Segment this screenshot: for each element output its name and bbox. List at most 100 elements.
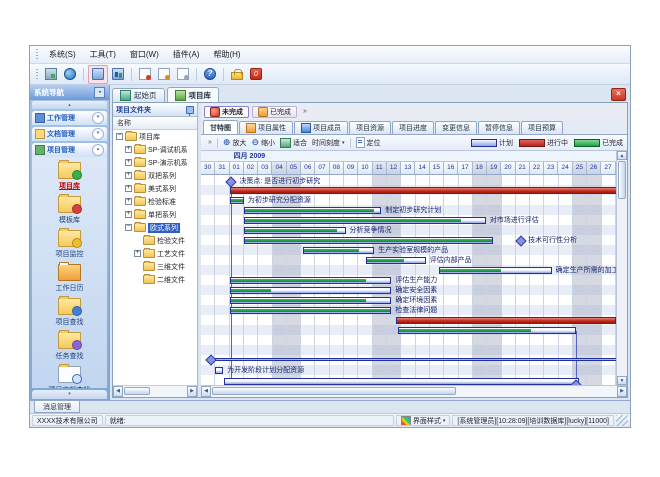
gantt-horizontal-scrollbar[interactable] [201, 385, 627, 397]
sidebar-panel-header[interactable]: 项目管理 [32, 143, 107, 157]
scrollbar-thumb[interactable] [618, 161, 626, 199]
detail-tab[interactable]: 甘特图 [203, 120, 238, 134]
menu-item[interactable]: 窗口(W) [123, 47, 166, 62]
tree-item[interactable]: 二维文件 [113, 273, 197, 286]
document-tab[interactable]: 项目库 [167, 87, 220, 102]
sidebar-item[interactable]: 项目文档查找 [49, 366, 91, 388]
menu-item[interactable]: 插件(A) [166, 47, 207, 62]
scroll-right-arrow[interactable] [617, 386, 627, 397]
gantt-bar[interactable] [398, 327, 575, 334]
tree-item[interactable]: 三维文件 [113, 260, 197, 273]
detail-tab[interactable]: 项目进度 [392, 121, 434, 134]
folder-chart-button[interactable] [109, 66, 127, 83]
close-tab-button[interactable] [611, 88, 626, 101]
toolbar-overflow-icon[interactable]: » [208, 139, 212, 146]
help-button[interactable] [201, 66, 219, 83]
scrollbar-track[interactable] [211, 386, 617, 397]
gantt-bar[interactable] [224, 378, 579, 385]
detail-tab[interactable]: 变更信息 [435, 121, 477, 134]
sidebar-collapse-icon[interactable] [94, 87, 105, 98]
detail-tab[interactable]: 项目资源 [349, 121, 391, 134]
mail-red-button[interactable] [136, 66, 154, 83]
scroll-left-arrow[interactable] [201, 386, 211, 397]
gantt-bar[interactable] [230, 307, 391, 314]
status-tab[interactable]: 已完成 [252, 106, 297, 118]
gantt-bar[interactable] [230, 187, 616, 194]
sidebar-item[interactable]: 工作日历 [56, 264, 84, 293]
sidebar-collapsed-panel[interactable] [32, 390, 107, 399]
tree-item[interactable]: 工艺文件 [113, 247, 197, 260]
tab-message-management[interactable]: 消息管理 [34, 401, 80, 413]
tree-item[interactable]: SP-调试机系 [113, 143, 197, 156]
sidebar-item[interactable]: 模板库 [58, 196, 81, 225]
gantt-bar[interactable] [230, 287, 391, 294]
gantt-chart[interactable]: 决策点: 是否进行初步研究为初步研究分配资源制定初步研究计划对市场进行评估分析竞… [201, 175, 616, 385]
gantt-bar[interactable] [215, 367, 224, 374]
expand-icon[interactable] [125, 211, 132, 218]
scroll-up-arrow[interactable] [617, 151, 627, 160]
drag-handle[interactable] [36, 69, 38, 80]
tree-horizontal-scrollbar[interactable] [113, 385, 197, 397]
scrollbar-thumb[interactable] [124, 387, 150, 395]
expand-icon[interactable] [125, 185, 132, 192]
zoom-in-button[interactable]: 放大 [223, 138, 247, 148]
status-tab[interactable]: 未完成 [204, 106, 249, 118]
lock-button[interactable] [228, 66, 246, 83]
gantt-bar[interactable] [303, 247, 375, 254]
sidebar-item[interactable]: 项目查找 [56, 298, 84, 327]
tree-item[interactable]: 检验文件 [113, 234, 197, 247]
zoom-out-button[interactable]: 缩小 [251, 138, 275, 148]
expand-icon[interactable] [134, 250, 141, 257]
expand-icon[interactable] [125, 172, 132, 179]
tab-overflow-icon[interactable]: » [303, 108, 307, 115]
fit-button[interactable]: 适合 [280, 138, 307, 148]
scroll-down-arrow[interactable] [617, 376, 627, 385]
locate-button[interactable]: 定位 [356, 137, 381, 148]
gantt-bar[interactable] [244, 237, 493, 244]
gantt-bar[interactable] [230, 297, 391, 304]
tree-item[interactable]: 检验标准 [113, 195, 197, 208]
nav-sidebar-header[interactable]: 系统导航 [30, 85, 109, 100]
tree-column-header[interactable]: 名称 [113, 117, 197, 130]
collapse-icon[interactable] [116, 133, 123, 140]
sidebar-scroll-up[interactable] [32, 101, 107, 109]
detail-tab[interactable]: 项目预算 [521, 121, 563, 134]
menu-item[interactable]: 系统(S) [42, 47, 83, 62]
gantt-bar[interactable] [244, 227, 346, 234]
scroll-right-arrow[interactable] [187, 386, 197, 397]
tree-item[interactable]: 欧式系列 [113, 221, 197, 234]
scrollbar-thumb[interactable] [212, 387, 456, 395]
scrollbar-track[interactable] [617, 160, 627, 376]
sidebar-item[interactable]: 任务查找 [56, 332, 84, 361]
expand-icon[interactable] [125, 146, 132, 153]
drag-handle[interactable] [36, 49, 38, 60]
detail-tab[interactable]: 项目成员 [294, 121, 348, 134]
gantt-bar[interactable] [230, 197, 244, 204]
sidebar-panel-header[interactable]: 工作管理 [32, 111, 107, 125]
tree-item[interactable]: 双把系列 [113, 169, 197, 182]
expand-icon[interactable] [92, 128, 104, 140]
sidebar-item[interactable]: 项目库 [58, 162, 81, 191]
expand-icon[interactable] [92, 112, 104, 124]
exit-button[interactable] [247, 66, 265, 83]
menu-item[interactable]: 工具(T) [83, 47, 123, 62]
collapse-icon[interactable] [125, 224, 132, 231]
pin-icon[interactable] [186, 106, 194, 114]
open-folder-button[interactable] [88, 65, 108, 84]
scrollbar-track[interactable] [123, 386, 187, 397]
sidebar-item[interactable]: 项目监控 [56, 230, 84, 259]
tree-item[interactable]: 单把系列 [113, 208, 197, 221]
detail-tab[interactable]: 项目属性 [239, 121, 293, 134]
mail-gray-button[interactable] [174, 66, 192, 83]
vertical-scrollbar[interactable] [616, 151, 627, 385]
interface-style-button[interactable]: 界面样式 [396, 415, 451, 426]
globe-button[interactable] [61, 66, 79, 83]
tree-item[interactable]: 美式系列 [113, 182, 197, 195]
scroll-left-arrow[interactable] [113, 386, 123, 397]
document-tab[interactable]: 起始页 [112, 88, 165, 102]
expand-icon[interactable] [125, 159, 132, 166]
network-button[interactable] [42, 66, 60, 83]
tree-item[interactable]: SP-演示机系 [113, 156, 197, 169]
gantt-bar[interactable] [244, 207, 381, 214]
gantt-bar[interactable] [366, 257, 426, 264]
